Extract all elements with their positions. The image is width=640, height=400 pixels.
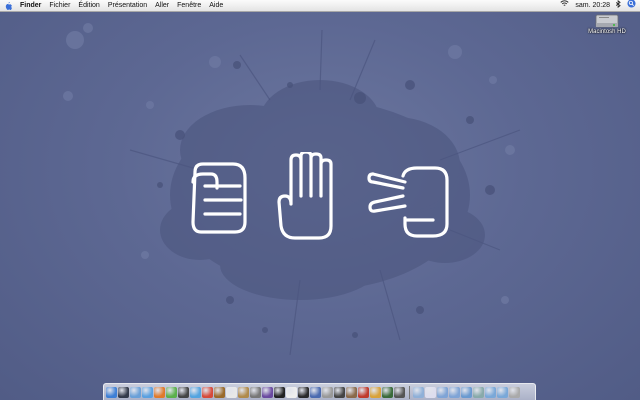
menu-clock[interactable]: sam. 20:28 [575, 0, 610, 11]
menu-presentation[interactable]: Présentation [108, 0, 147, 11]
spotlight-icon[interactable] [627, 0, 636, 12]
stack-icon[interactable] [461, 386, 472, 398]
menu-finder[interactable]: Finder [20, 0, 41, 11]
terminal-icon[interactable] [274, 386, 285, 398]
dock-separator [409, 385, 410, 399]
chess-icon[interactable] [298, 386, 309, 398]
pause-icon[interactable] [334, 386, 345, 398]
firefox-icon[interactable] [154, 386, 165, 398]
menu-fenetre[interactable]: Fenêtre [177, 0, 201, 11]
address-book-icon[interactable] [238, 386, 249, 398]
hard-drive-icon [595, 14, 619, 28]
dashboard-icon[interactable] [118, 386, 129, 398]
calendar-icon[interactable] [226, 386, 237, 398]
wallpaper-hands [191, 152, 449, 240]
paper-hand-icon [277, 152, 333, 240]
rock-fist-icon [191, 162, 247, 234]
scissors-hand-icon [367, 166, 449, 238]
preview-icon[interactable] [262, 386, 273, 398]
menu-bar: Finder Fichier Édition Présentation Alle… [0, 0, 640, 12]
app-store-icon[interactable] [346, 386, 357, 398]
imovie-icon[interactable] [214, 386, 225, 398]
menu-aide[interactable]: Aide [209, 0, 223, 11]
console-icon[interactable] [394, 386, 405, 398]
downloads-folder-icon[interactable] [449, 386, 460, 398]
dock [103, 383, 536, 400]
macintosh-hd-desktop-icon[interactable]: Macintosh HD [585, 13, 629, 35]
dvd-player-icon[interactable] [178, 386, 189, 398]
garageband-icon[interactable] [250, 386, 261, 398]
mail-icon[interactable] [130, 386, 141, 398]
applications-folder-icon[interactable] [437, 386, 448, 398]
document-icon[interactable] [425, 386, 436, 398]
wifi-icon[interactable] [560, 0, 569, 11]
quicktime-icon[interactable] [310, 386, 321, 398]
trash-icon[interactable] [509, 386, 520, 398]
photos-folder-icon[interactable] [485, 386, 496, 398]
folder-icon[interactable] [413, 386, 424, 398]
network-icon[interactable] [382, 386, 393, 398]
finder-icon[interactable] [106, 386, 117, 398]
safari-icon[interactable] [142, 386, 153, 398]
iphoto-icon[interactable] [202, 386, 213, 398]
apple-icon[interactable] [5, 1, 14, 10]
adium-icon[interactable] [166, 386, 177, 398]
text-editor-icon[interactable] [286, 386, 297, 398]
widget-icon[interactable] [370, 386, 381, 398]
utilities-folder-icon[interactable] [473, 386, 484, 398]
menu-fichier[interactable]: Fichier [49, 0, 70, 11]
menu-edition[interactable]: Édition [78, 0, 99, 11]
music-folder-icon[interactable] [497, 386, 508, 398]
itunes-icon[interactable] [190, 386, 201, 398]
photo-booth-icon[interactable] [358, 386, 369, 398]
bluetooth-icon[interactable] [615, 0, 621, 12]
menu-aller[interactable]: Aller [155, 0, 169, 11]
system-preferences-icon[interactable] [322, 386, 333, 398]
macintosh-hd-label: Macintosh HD [588, 29, 626, 35]
